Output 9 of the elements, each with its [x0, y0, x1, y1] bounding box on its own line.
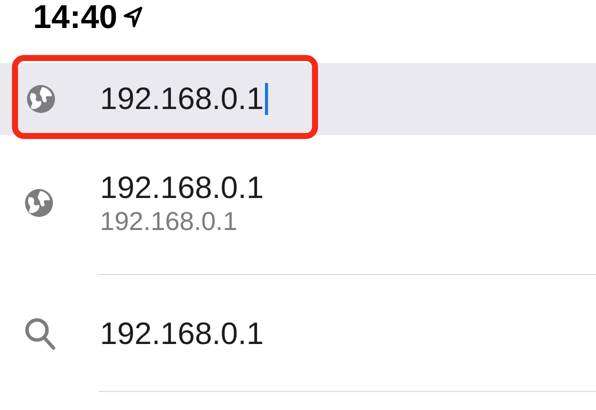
globe-icon [24, 188, 54, 218]
location-arrow-icon [123, 6, 144, 28]
address-field[interactable]: 192.168.0.1 [0, 63, 596, 135]
status-time: 14:40 [33, 0, 118, 36]
suggestion-url: 192.168.0.1 [100, 206, 238, 236]
search-icon [24, 316, 56, 350]
suggestion-title[interactable]: 192.168.0.1 [100, 316, 264, 352]
globe-icon [26, 84, 56, 114]
suggestion-title[interactable]: 192.168.0.1 [100, 170, 264, 206]
